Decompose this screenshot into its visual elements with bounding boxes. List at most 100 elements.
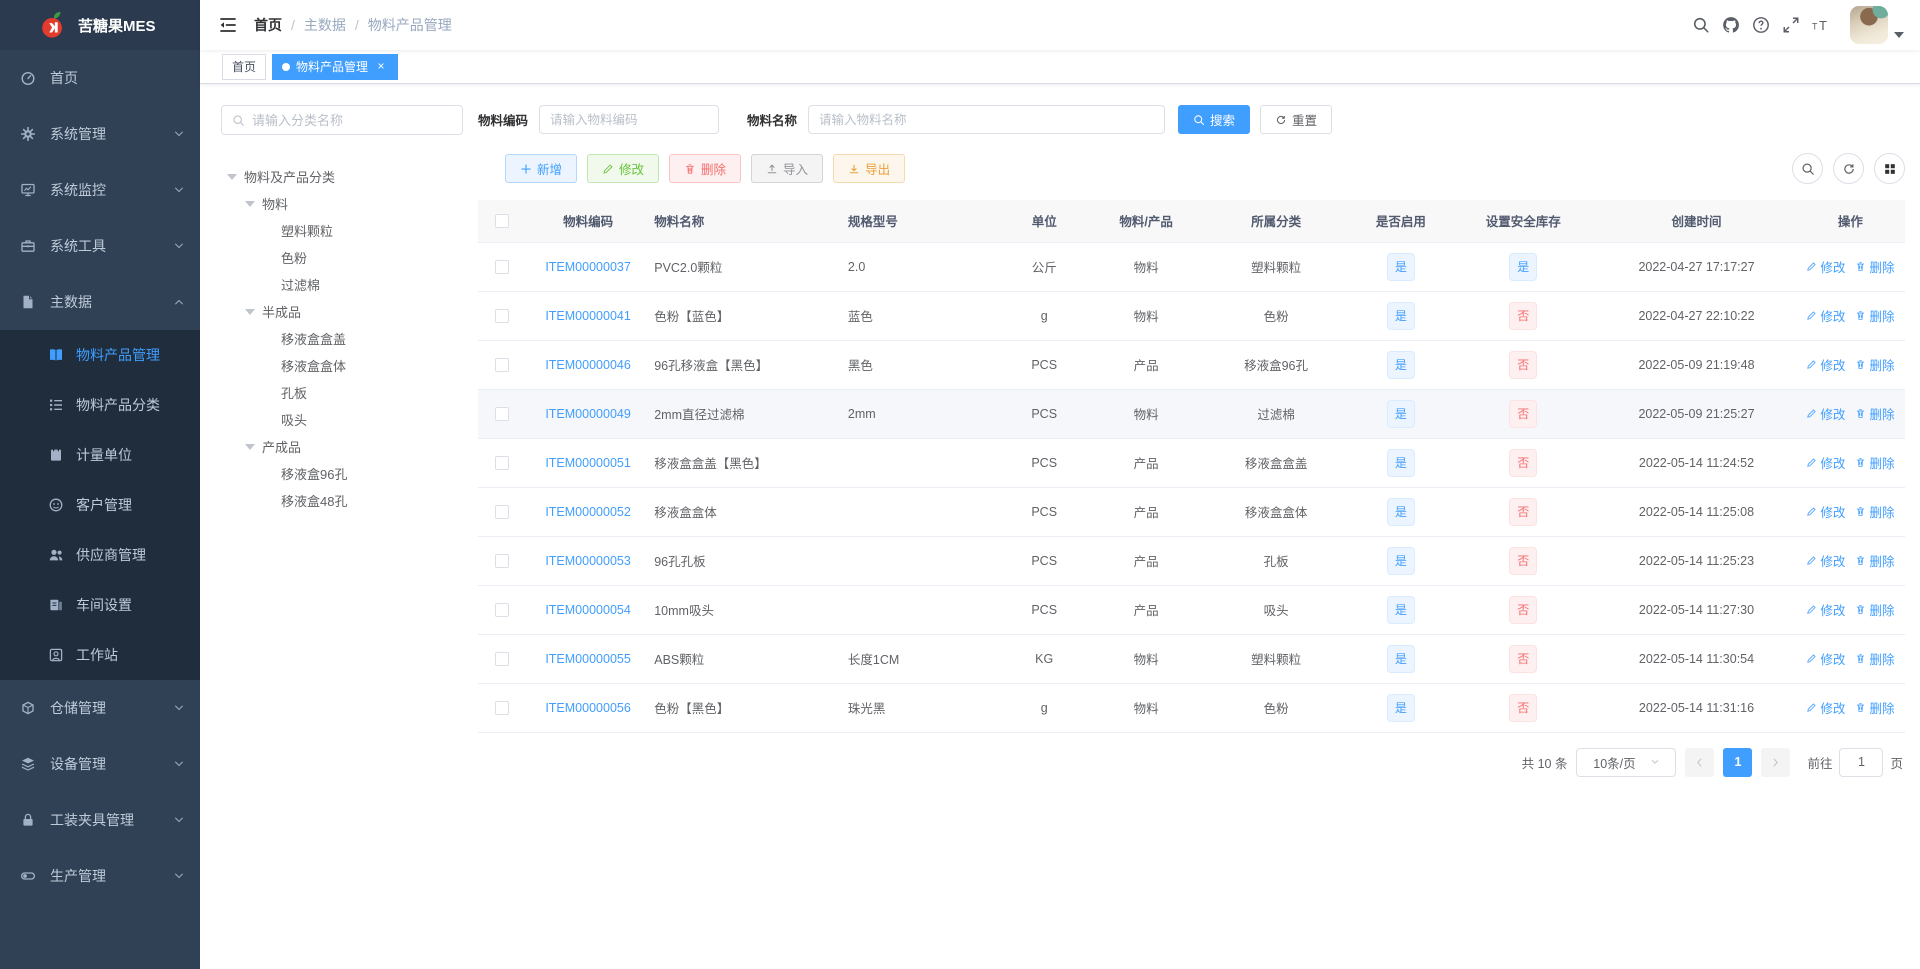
sidebar-item-workshop-settings[interactable]: 车间设置 [0,580,200,630]
github-icon[interactable] [1722,16,1740,34]
sidebar-item-system-manage[interactable]: 系统管理 [0,106,200,162]
sidebar-item-material-product-manage[interactable]: 物料产品管理 [0,330,200,380]
item-code-link[interactable]: ITEM00000051 [545,456,630,470]
tree-node[interactable]: 物料及产品分类 [221,163,463,190]
edit-row-link[interactable]: 修改 [1806,355,1845,374]
edit-row-link[interactable]: 修改 [1806,257,1845,276]
delete-row-link[interactable]: 删除 [1855,600,1894,619]
sidebar-toggle-icon[interactable] [218,15,238,35]
edit-row-link[interactable]: 修改 [1806,453,1845,472]
row-checkbox[interactable] [495,259,510,274]
row-checkbox[interactable] [495,308,510,323]
sidebar-item-customer-manage[interactable]: 客户管理 [0,480,200,530]
sidebar-item-tooling-fixture-manage[interactable]: 工装夹具管理 [0,792,200,848]
close-icon[interactable] [374,60,388,74]
tree-node[interactable]: 塑料颗粒 [221,217,463,244]
item-code-link[interactable]: ITEM00000049 [545,407,630,421]
sidebar-item-master-data[interactable]: 主数据 [0,274,200,330]
select-all-checkbox[interactable] [495,214,510,229]
page-number-button[interactable]: 1 [1723,747,1753,777]
delete-row-link[interactable]: 删除 [1855,355,1894,374]
search-button[interactable]: 搜索 [1178,105,1251,134]
tree-node[interactable]: 移液盒盒体 [221,352,463,379]
delete-row-link[interactable]: 删除 [1855,502,1894,521]
sidebar-item-system-monitor[interactable]: 系统监控 [0,162,200,218]
edit-row-link[interactable]: 修改 [1806,551,1845,570]
row-checkbox[interactable] [495,553,510,568]
avatar[interactable] [1850,6,1888,44]
delete-button[interactable]: 删除 [669,154,742,183]
page-size-select[interactable]: 10条/页 [1576,747,1677,777]
user-menu[interactable] [1850,6,1904,44]
refresh-button[interactable] [1833,153,1864,184]
tab-material-product-manage[interactable]: 物料产品管理 [272,53,399,80]
delete-row-link[interactable]: 删除 [1855,453,1894,472]
header-search-icon[interactable] [1692,16,1710,34]
font-size-icon[interactable]: TT [1812,16,1830,34]
row-checkbox[interactable] [495,357,510,372]
export-button[interactable]: 导出 [833,154,906,183]
sidebar-item-system-tools[interactable]: 系统工具 [0,218,200,274]
breadcrumb-home[interactable]: 首页 [254,15,282,35]
delete-row-link[interactable]: 删除 [1855,306,1894,325]
delete-row-link[interactable]: 删除 [1855,649,1894,668]
edit-row-link[interactable]: 修改 [1806,649,1845,668]
item-code-link[interactable]: ITEM00000041 [545,309,630,323]
row-checkbox[interactable] [495,602,510,617]
tree-node[interactable]: 产成品 [221,433,463,460]
edit-row-link[interactable]: 修改 [1806,306,1845,325]
tree-node[interactable]: 过滤棉 [221,271,463,298]
tree-node[interactable]: 移液盒48孔 [221,487,463,514]
sidebar-item-production-manage[interactable]: 生产管理 [0,848,200,904]
delete-row-link[interactable]: 删除 [1855,404,1894,423]
delete-row-link[interactable]: 删除 [1855,551,1894,570]
tree-node[interactable]: 孔板 [221,379,463,406]
item-code-link[interactable]: ITEM00000054 [545,603,630,617]
next-page-button[interactable] [1761,747,1791,777]
sidebar-item-material-product-category[interactable]: 物料产品分类 [0,380,200,430]
goto-page-input[interactable] [1839,747,1884,777]
tree-node[interactable]: 移液盒盒盖 [221,325,463,352]
edit-row-link[interactable]: 修改 [1806,502,1845,521]
sidebar-item-workstation[interactable]: 工作站 [0,630,200,680]
edit-row-link[interactable]: 修改 [1806,404,1845,423]
item-code-link[interactable]: ITEM00000055 [545,652,630,666]
delete-row-link[interactable]: 删除 [1855,698,1894,717]
import-button[interactable]: 导入 [751,154,824,183]
tree-search-input[interactable] [252,112,452,128]
tab-home[interactable]: 首页 [222,53,267,80]
sidebar-item-warehouse-manage[interactable]: 仓储管理 [0,680,200,736]
row-checkbox[interactable] [495,700,510,715]
material-code-input[interactable] [539,105,720,134]
columns-button[interactable] [1874,153,1905,184]
item-code-link[interactable]: ITEM00000037 [545,260,630,274]
tree-node[interactable]: 半成品 [221,298,463,325]
app-logo[interactable]: 苦糖果MES [0,0,200,50]
fullscreen-icon[interactable] [1782,16,1800,34]
edit-row-link[interactable]: 修改 [1806,600,1845,619]
edit-row-link[interactable]: 修改 [1806,698,1845,717]
tree-node[interactable]: 色粉 [221,244,463,271]
row-checkbox[interactable] [495,406,510,421]
prev-page-button[interactable] [1685,747,1715,777]
item-code-link[interactable]: ITEM00000052 [545,505,630,519]
edit-button[interactable]: 修改 [587,154,660,183]
help-icon[interactable] [1752,16,1770,34]
row-checkbox[interactable] [495,504,510,519]
delete-row-link[interactable]: 删除 [1855,257,1894,276]
reset-button[interactable]: 重置 [1260,105,1333,134]
tree-node[interactable]: 物料 [221,190,463,217]
row-checkbox[interactable] [495,455,510,470]
item-code-link[interactable]: ITEM00000053 [545,554,630,568]
add-button[interactable]: 新增 [505,154,578,183]
item-code-link[interactable]: ITEM00000046 [545,358,630,372]
item-code-link[interactable]: ITEM00000056 [545,701,630,715]
sidebar-item-device-manage[interactable]: 设备管理 [0,736,200,792]
material-name-input[interactable] [808,105,1166,134]
toggle-search-button[interactable] [1792,153,1823,184]
tree-node[interactable]: 吸头 [221,406,463,433]
row-checkbox[interactable] [495,651,510,666]
tree-node[interactable]: 移液盒96孔 [221,460,463,487]
sidebar-item-home[interactable]: 首页 [0,50,200,106]
sidebar-item-measure-unit[interactable]: 计量单位 [0,430,200,480]
